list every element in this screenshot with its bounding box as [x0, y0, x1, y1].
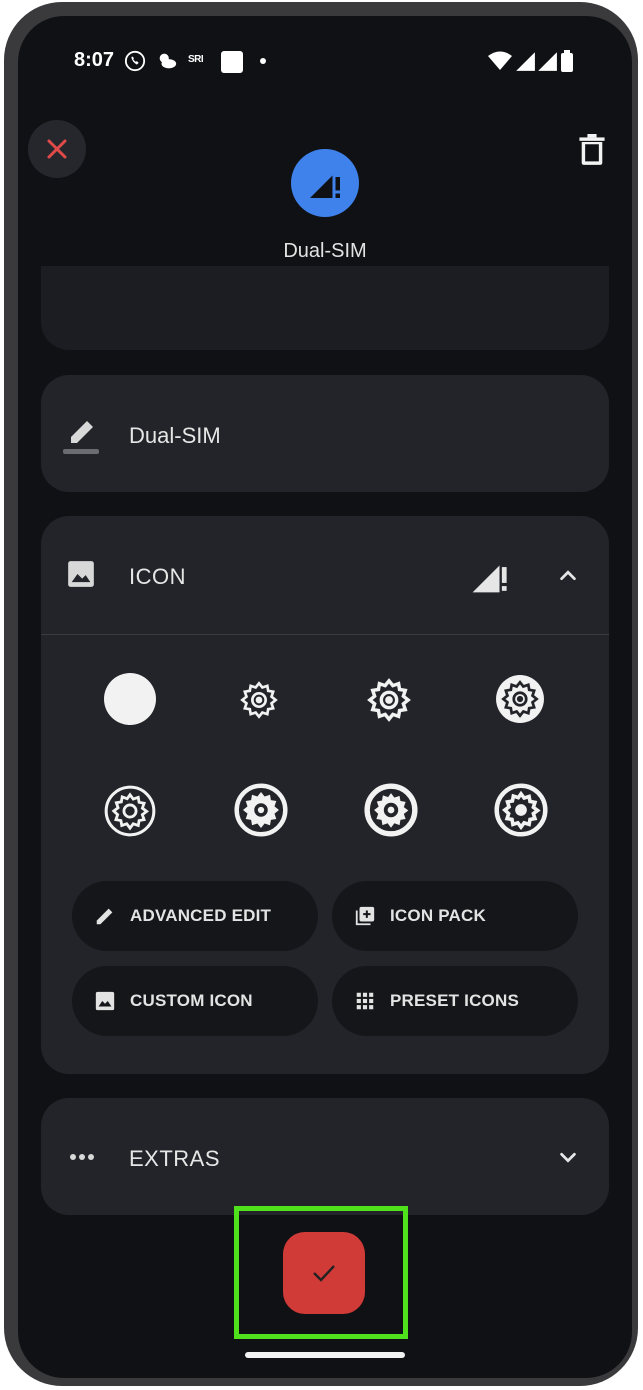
pencil-icon — [96, 908, 113, 925]
tile-title: Dual-SIM — [283, 240, 367, 262]
gear-in-thick-ring-icon — [364, 783, 418, 837]
phone-frame: 8:07 SRI Dual-SIM Dual-SIM ICON ADVANCED… — [4, 2, 638, 1386]
circle-shape-icon — [104, 673, 156, 725]
advanced-edit-label: ADVANCED EDIT — [130, 906, 272, 925]
status-time: 8:07 — [74, 49, 115, 71]
gear-icon — [367, 678, 411, 722]
icon-pack-label: ICON PACK — [390, 906, 486, 925]
icon-pack-button[interactable]: ICON PACK — [332, 881, 578, 951]
close-icon — [47, 139, 67, 159]
preset-icons-button[interactable]: PRESET ICONS — [332, 966, 578, 1036]
chevron-up-icon[interactable] — [557, 564, 579, 586]
tile-icon-avatar — [291, 149, 359, 217]
advanced-edit-button[interactable]: ADVANCED EDIT — [72, 881, 318, 951]
icon-option-gear-medium[interactable] — [365, 676, 413, 724]
battery-icon — [561, 50, 573, 72]
icon-option-circle[interactable] — [103, 672, 157, 726]
icon-section-header[interactable]: ICON — [41, 516, 609, 635]
icon-option-gear-filled-circle[interactable] — [495, 674, 545, 724]
library-add-icon — [355, 906, 375, 926]
icon-option-gear-double-ring[interactable] — [493, 782, 549, 838]
extras-card[interactable]: EXTRAS — [41, 1098, 609, 1215]
image-icon — [68, 561, 94, 587]
signal-alert-icon — [310, 175, 340, 198]
custom-icon-label: CUSTOM ICON — [130, 991, 253, 1010]
icon-section-label: ICON — [129, 564, 186, 589]
highlight-box — [234, 1206, 408, 1339]
more-notifications-dot-icon — [260, 58, 266, 64]
edit-pencil-icon — [63, 421, 99, 454]
icon-option-gear-small[interactable] — [239, 680, 279, 720]
icon-option-gear-outline-circle[interactable] — [103, 784, 157, 838]
custom-icon-button[interactable]: CUSTOM ICON — [72, 966, 318, 1036]
gear-in-circle-icon — [496, 675, 544, 723]
signal-icon — [516, 52, 535, 71]
icon-option-gear-bold-ring[interactable] — [233, 782, 289, 838]
phone-call-icon — [124, 50, 146, 72]
gear-in-bold-ring-icon — [234, 783, 288, 837]
chevron-down-icon[interactable] — [557, 1146, 579, 1168]
close-button[interactable] — [28, 120, 86, 178]
weather-icon — [159, 53, 177, 69]
preset-icons-label: PRESET ICONS — [390, 991, 519, 1010]
grid-icon — [356, 992, 374, 1010]
status-notification-label: SRI — [188, 54, 204, 65]
status-bar: 8:07 SRI — [18, 16, 632, 108]
tile-name-field[interactable]: Dual-SIM — [129, 423, 221, 449]
selected-signal-alert-icon — [472, 565, 507, 593]
icon-option-gear-thick-ring[interactable] — [363, 782, 419, 838]
more-horizontal-icon — [70, 1154, 94, 1160]
wifi-icon — [488, 51, 512, 70]
gear-icon — [240, 681, 278, 719]
gear-in-double-ring-icon — [494, 783, 548, 837]
screen: 8:07 SRI Dual-SIM Dual-SIM ICON ADVANCED… — [18, 16, 632, 1378]
icon-card: ICON ADVANCED EDIT ICON PACK CUSTOM ICON… — [41, 516, 609, 1074]
previous-card — [41, 266, 609, 350]
extras-label: EXTRAS — [129, 1146, 221, 1171]
name-card[interactable]: Dual-SIM — [41, 375, 609, 492]
signal-2-icon — [538, 52, 557, 71]
notification-square-icon — [221, 51, 243, 73]
gear-in-ring-icon — [104, 785, 156, 837]
image-icon — [95, 991, 115, 1011]
home-indicator[interactable] — [245, 1352, 405, 1358]
delete-icon[interactable] — [578, 134, 606, 166]
